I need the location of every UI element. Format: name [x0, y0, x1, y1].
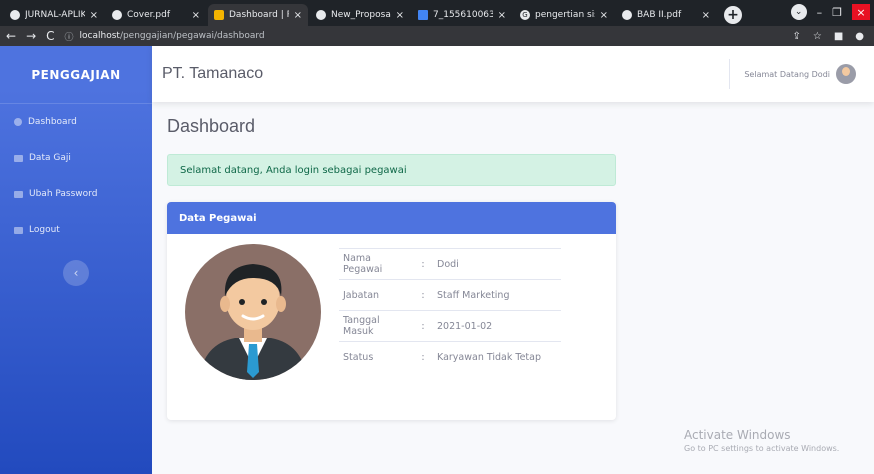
- address-bar-row: ← → C ⓘ localhost/penggajian/pegawai/das…: [0, 26, 874, 46]
- sidebar-brand[interactable]: PENGGAJIAN: [0, 46, 152, 104]
- table-row: Tanggal Masuk:2021-01-02: [339, 310, 561, 342]
- minimize-icon[interactable]: –: [817, 6, 823, 19]
- close-tab-icon[interactable]: ×: [498, 10, 506, 21]
- browser-tab[interactable]: Gpengertian sistem×: [514, 4, 614, 26]
- browser-tab[interactable]: 7_155610063_DA×: [412, 4, 512, 26]
- restore-icon[interactable]: ❐: [832, 6, 842, 19]
- browser-tab-strip: JURNAL-APLIKASI× Cover.pdf× Dashboard | …: [0, 0, 874, 26]
- employee-info-table: Nama Pegawai: Dodi Jabatan: Staff Marketin…: [339, 248, 561, 373]
- table-row: Status: Karyawan Tidak Tetap: [339, 341, 561, 373]
- chrome-icon: [316, 10, 326, 20]
- topbar: PT. Tamanaco Selamat Datang Dodi: [152, 46, 874, 102]
- app-icon: [214, 10, 224, 20]
- close-tab-icon[interactable]: ×: [294, 10, 302, 21]
- chevron-down-icon[interactable]: ⌄: [790, 4, 807, 20]
- new-tab-button[interactable]: +: [724, 6, 742, 24]
- activate-windows-watermark: Activate Windows Go to PC settings to ac…: [684, 428, 840, 453]
- close-window-icon[interactable]: ×: [852, 4, 870, 20]
- share-icon[interactable]: ⇪: [792, 31, 800, 42]
- chrome-icon: [10, 10, 20, 20]
- dashboard-icon: [14, 118, 22, 126]
- google-icon: G: [520, 10, 530, 20]
- welcome-alert: Selamat datang, Anda login sebagai pegaw…: [167, 154, 616, 186]
- avatar[interactable]: [836, 64, 856, 84]
- browser-tab-active[interactable]: Dashboard | Peng×: [208, 4, 308, 26]
- sidebar-item-dashboard[interactable]: Dashboard: [0, 104, 152, 140]
- sidebar: PENGGAJIAN Dashboard Data Gaji Ubah Pass…: [0, 46, 152, 474]
- browser-tab[interactable]: Cover.pdf ×: [106, 4, 206, 26]
- close-tab-icon[interactable]: ×: [396, 10, 404, 21]
- close-tab-icon[interactable]: ×: [600, 10, 608, 21]
- reload-icon[interactable]: C: [46, 29, 54, 43]
- card-title: Data Pegawai: [167, 202, 616, 234]
- browser-tab[interactable]: BAB II.pdf ×: [616, 4, 716, 26]
- employee-card: Data Pegawai Nama Pegawai: Dodi Jabatan: S…: [167, 202, 616, 420]
- doc-icon: [418, 10, 428, 20]
- table-row: Nama Pegawai: Dodi: [339, 248, 561, 280]
- page-title: Dashboard: [167, 116, 256, 136]
- table-row: Jabatan: Staff Marketing: [339, 279, 561, 311]
- window-controls: ⌄ – ❐ ×: [790, 0, 874, 24]
- forward-icon[interactable]: →: [26, 29, 36, 43]
- star-icon[interactable]: ☆: [813, 31, 822, 42]
- user-menu[interactable]: Selamat Datang Dodi: [729, 59, 856, 89]
- sidebar-toggle-button[interactable]: ‹: [63, 260, 89, 286]
- chrome-icon: [622, 10, 632, 20]
- sidebar-item-ubah-password[interactable]: Ubah Password: [0, 176, 152, 212]
- sidebar-item-logout[interactable]: Logout: [0, 212, 152, 248]
- close-tab-icon[interactable]: ×: [702, 10, 710, 21]
- main-content: Dashboard Selamat datang, Anda login seb…: [152, 102, 874, 474]
- browser-tab[interactable]: JURNAL-APLIKASI×: [4, 4, 104, 26]
- money-icon: [14, 154, 23, 162]
- welcome-text: Selamat Datang Dodi: [744, 69, 830, 79]
- chrome-icon: [112, 10, 122, 20]
- sidebar-item-data-gaji[interactable]: Data Gaji: [0, 140, 152, 176]
- info-icon: ⓘ: [64, 32, 74, 43]
- sidepanel-icon[interactable]: ■: [834, 31, 843, 42]
- employee-photo: [185, 244, 321, 380]
- lock-icon: [14, 190, 23, 198]
- close-tab-icon[interactable]: ×: [192, 10, 200, 21]
- back-icon[interactable]: ←: [6, 29, 16, 43]
- url-bar[interactable]: ⓘ localhost/penggajian/pegawai/dashboard: [65, 28, 783, 44]
- profile-icon[interactable]: ●: [855, 31, 864, 42]
- logout-icon: [14, 226, 23, 234]
- company-name: PT. Tamanaco: [162, 65, 264, 82]
- topbar-divider: [729, 59, 731, 89]
- close-tab-icon[interactable]: ×: [90, 10, 98, 21]
- browser-tab[interactable]: New_Proposal_18×: [310, 4, 410, 26]
